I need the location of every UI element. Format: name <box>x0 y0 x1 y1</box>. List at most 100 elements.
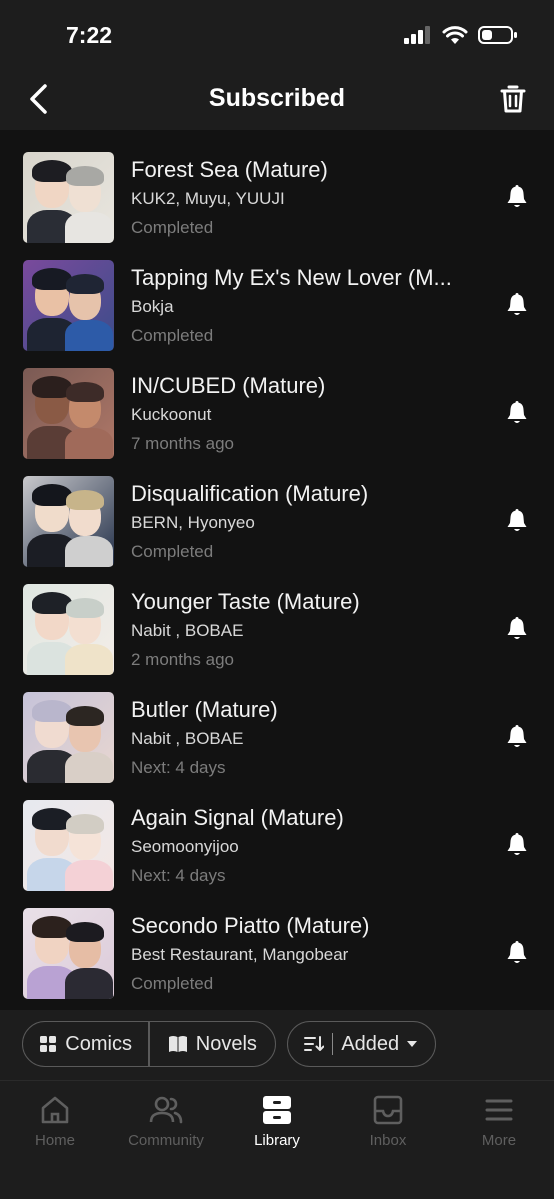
novels-filter-button[interactable]: Novels <box>150 1022 275 1066</box>
filter-bar: Comics Novels Added <box>0 1010 554 1080</box>
cover-figure <box>65 860 113 891</box>
item-status: 7 months ago <box>131 434 235 453</box>
inbox-icon <box>371 1093 405 1127</box>
tab-label: More <box>481 1132 517 1149</box>
tab-community[interactable]: Community <box>111 1093 221 1149</box>
item-author: Seomoonyijoo <box>131 837 239 856</box>
cover-thumbnail[interactable] <box>23 800 114 891</box>
cover-figure <box>66 274 104 294</box>
bell-icon[interactable] <box>504 184 530 210</box>
cover-figure <box>66 490 104 510</box>
tab-label: Community <box>128 1132 204 1149</box>
delete-button[interactable] <box>496 82 530 116</box>
item-author: Kuckoonut <box>131 405 212 424</box>
item-title: Younger Taste (Mature) <box>131 589 360 614</box>
item-status: Completed <box>131 974 214 993</box>
nav-bar: Subscribed <box>0 70 554 130</box>
community-icon <box>149 1093 183 1127</box>
item-author: BERN, Hyonyeo <box>131 513 255 532</box>
bell-icon[interactable] <box>504 508 530 534</box>
item-status: Completed <box>131 218 214 237</box>
cover-figure <box>65 212 113 243</box>
cover-thumbnail[interactable] <box>23 368 114 459</box>
item-title: Secondo Piatto (Mature) <box>131 913 370 938</box>
comics-filter-label: Comics <box>65 1032 132 1055</box>
type-segmented-control: Comics Novels <box>22 1021 276 1067</box>
comics-filter-button[interactable]: Comics <box>23 1022 148 1066</box>
home-icon <box>38 1093 72 1127</box>
wifi-icon <box>442 26 468 44</box>
tab-label: Inbox <box>369 1132 407 1149</box>
status-time: 7:22 <box>66 22 113 48</box>
item-author: Best Restaurant, Mangobear <box>131 945 349 964</box>
cover-thumbnail[interactable] <box>23 584 114 675</box>
cover-thumbnail[interactable] <box>23 908 114 999</box>
bell-icon[interactable] <box>504 292 530 318</box>
bell-icon[interactable] <box>504 616 530 642</box>
tab-label: Library <box>254 1132 300 1149</box>
cover-thumbnail[interactable] <box>23 152 114 243</box>
cover-figure <box>66 814 104 834</box>
item-info: Butler (Mature) Nabit , BOBAE Next: 4 da… <box>131 696 483 779</box>
item-title: Disqualification (Mature) <box>131 481 369 506</box>
item-author: KUK2, Muyu, YUUJI <box>131 189 285 208</box>
sort-dropdown[interactable]: Added <box>287 1021 436 1067</box>
trash-icon <box>500 85 526 113</box>
item-info: Younger Taste (Mature) Nabit , BOBAE 2 m… <box>131 588 483 671</box>
bell-icon[interactable] <box>504 400 530 426</box>
cover-figure <box>65 428 113 459</box>
book-icon <box>168 1036 187 1052</box>
cover-figure <box>65 752 113 783</box>
list-item[interactable]: IN/CUBED (Mature) Kuckoonut 7 months ago <box>0 358 554 466</box>
tab-more[interactable]: More <box>444 1093 554 1149</box>
cover-thumbnail[interactable] <box>23 476 114 567</box>
page-title: Subscribed <box>208 84 346 112</box>
sort-icon <box>303 1036 324 1051</box>
cover-figure <box>65 536 113 567</box>
cover-figure <box>65 968 113 999</box>
item-title: Forest Sea (Mature) <box>131 157 328 182</box>
item-title: Tapping My Ex's New Lover (M... <box>131 265 452 290</box>
library-icon <box>260 1093 294 1127</box>
list-item[interactable]: Secondo Piatto (Mature) Best Restaurant,… <box>0 898 554 1006</box>
bell-icon[interactable] <box>504 724 530 750</box>
item-status: Completed <box>131 542 214 561</box>
tab-library[interactable]: Library <box>222 1093 332 1149</box>
tab-inbox[interactable]: Inbox <box>333 1093 443 1149</box>
item-info: Disqualification (Mature) BERN, Hyonyeo … <box>131 480 483 563</box>
bell-icon[interactable] <box>504 832 530 858</box>
cover-thumbnail[interactable] <box>23 692 114 783</box>
status-icons <box>404 25 518 45</box>
bell-icon[interactable] <box>504 940 530 966</box>
cover-figure <box>66 598 104 618</box>
tab-home[interactable]: Home <box>0 1093 110 1149</box>
status-bar: 7:22 <box>0 0 554 70</box>
cover-figure <box>66 922 104 942</box>
subscription-list: Forest Sea (Mature) KUK2, Muyu, YUUJI Co… <box>0 142 554 1006</box>
cover-figure <box>66 706 104 726</box>
item-title: IN/CUBED (Mature) <box>131 373 326 398</box>
cover-figure <box>66 166 104 186</box>
grid-icon <box>40 1036 57 1052</box>
cover-figure <box>65 320 113 351</box>
signal-icon <box>404 26 430 44</box>
item-author: Nabit , BOBAE <box>131 729 244 748</box>
list-item[interactable]: Butler (Mature) Nabit , BOBAE Next: 4 da… <box>0 682 554 790</box>
item-info: Forest Sea (Mature) KUK2, Muyu, YUUJI Co… <box>131 156 483 239</box>
list-item[interactable]: Again Signal (Mature) Seomoonyijoo Next:… <box>0 790 554 898</box>
caret-down-icon <box>407 1041 418 1047</box>
list-item[interactable]: Forest Sea (Mature) KUK2, Muyu, YUUJI Co… <box>0 142 554 250</box>
list-item[interactable]: Younger Taste (Mature) Nabit , BOBAE 2 m… <box>0 574 554 682</box>
cover-thumbnail[interactable] <box>23 260 114 351</box>
list-item[interactable]: Tapping My Ex's New Lover (M... Bokja Co… <box>0 250 554 358</box>
item-title: Again Signal (Mature) <box>131 805 344 830</box>
bottom-tab-bar: Home Community Library Inbox More <box>0 1080 554 1199</box>
item-author: Bokja <box>131 297 174 316</box>
item-status: Next: 4 days <box>131 866 226 885</box>
cover-figure <box>65 644 113 675</box>
cover-figure <box>66 382 104 402</box>
item-info: Again Signal (Mature) Seomoonyijoo Next:… <box>131 804 483 887</box>
item-title: Butler (Mature) <box>131 697 278 722</box>
item-info: Tapping My Ex's New Lover (M... Bokja Co… <box>131 264 483 347</box>
list-item[interactable]: Disqualification (Mature) BERN, Hyonyeo … <box>0 466 554 574</box>
